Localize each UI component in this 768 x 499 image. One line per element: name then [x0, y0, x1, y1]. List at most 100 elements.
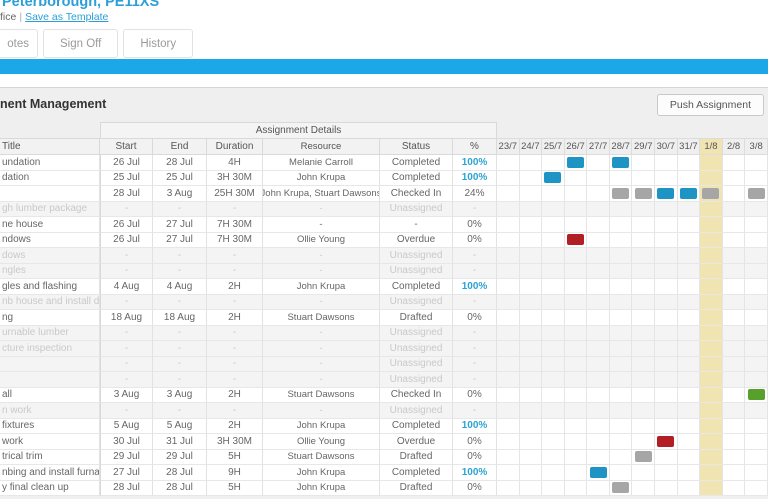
- table-row[interactable]: ng18 Aug18 Aug2HStuart DawsonsDrafted0%: [0, 310, 768, 326]
- gantt-bar-red[interactable]: [567, 234, 584, 245]
- column-header-end[interactable]: End: [153, 138, 207, 155]
- table-row[interactable]: undation26 Jul28 Jul4HMelanie CarrollCom…: [0, 155, 768, 171]
- table-row[interactable]: ----Unassigned-: [0, 372, 768, 388]
- gantt-bar-blue[interactable]: [567, 157, 584, 168]
- table-row[interactable]: nbing and install furnace27 Jul28 Jul9HJ…: [0, 465, 768, 481]
- table-row[interactable]: y final clean up28 Jul28 Jul5HJohn Krupa…: [0, 481, 768, 497]
- gantt-bar-gray[interactable]: [612, 482, 629, 493]
- gantt-bar-blue[interactable]: [657, 188, 674, 199]
- row-start: -: [100, 264, 153, 280]
- notes-button[interactable]: otes: [0, 29, 38, 58]
- save-as-template-link[interactable]: Save as Template: [25, 11, 108, 23]
- row-percent: 0%: [453, 310, 497, 326]
- assignment-details-group-header: Assignment Details: [100, 122, 497, 138]
- timeline-cell: [565, 388, 588, 404]
- table-row[interactable]: all3 Aug3 Aug2HStuart DawsonsChecked In0…: [0, 388, 768, 404]
- table-row[interactable]: work30 Jul31 Jul3H 30MOllie YoungOverdue…: [0, 434, 768, 450]
- gantt-bar-blue[interactable]: [680, 188, 697, 199]
- table-row[interactable]: urnable lumber----Unassigned-: [0, 326, 768, 342]
- timeline-cell: [565, 357, 588, 373]
- table-row[interactable]: trical trim29 Jul29 Jul5HStuart DawsonsD…: [0, 450, 768, 466]
- column-header-[interactable]: %: [453, 138, 497, 155]
- table-row[interactable]: dows----Unassigned-: [0, 248, 768, 264]
- column-header-status[interactable]: Status: [380, 138, 453, 155]
- page-title: nent Management: [0, 97, 106, 111]
- table-row[interactable]: ngles----Unassigned-: [0, 264, 768, 280]
- timeline-cell: [587, 217, 610, 233]
- table-row[interactable]: 28 Jul3 Aug25H 30MJohn Krupa, Stuart Daw…: [0, 186, 768, 202]
- timeline-cell: [655, 326, 678, 342]
- timeline-cell: [678, 186, 701, 202]
- timeline-cell: [497, 326, 520, 342]
- timeline-cell: [700, 372, 723, 388]
- row-resource: -: [263, 372, 380, 388]
- row-resource: Stuart Dawsons: [263, 450, 380, 466]
- gantt-bar-blue[interactable]: [544, 172, 561, 183]
- gantt-bar-gray[interactable]: [635, 451, 652, 462]
- timeline-cell: [745, 279, 768, 295]
- column-header-resource[interactable]: Resource: [263, 138, 380, 155]
- push-assignment-button[interactable]: Push Assignment: [657, 94, 764, 116]
- table-row[interactable]: gles and flashing4 Aug4 Aug2HJohn KrupaC…: [0, 279, 768, 295]
- table-row[interactable]: nb house and install duct----Unassigned-: [0, 295, 768, 311]
- timeline-cell: [745, 295, 768, 311]
- row-duration: 7H 30M: [207, 217, 263, 233]
- timeline-cell: [610, 217, 633, 233]
- gantt-bar-gray[interactable]: [702, 188, 719, 199]
- timeline-cell: [632, 295, 655, 311]
- timeline-cell: [610, 248, 633, 264]
- history-button[interactable]: History: [123, 29, 193, 58]
- table-row[interactable]: gh lumber package----Unassigned-: [0, 202, 768, 218]
- gantt-bar-gray[interactable]: [635, 188, 652, 199]
- row-start: 26 Jul: [100, 155, 153, 171]
- timeline-cell: [565, 465, 588, 481]
- table-row[interactable]: n work----Unassigned-: [0, 403, 768, 419]
- row-start: 5 Aug: [100, 419, 153, 435]
- gantt-bar-green[interactable]: [748, 389, 765, 400]
- timeline-cell: [520, 403, 543, 419]
- table-row[interactable]: ndows26 Jul27 Jul7H 30MOllie YoungOverdu…: [0, 233, 768, 249]
- table-row[interactable]: dation25 Jul25 Jul3H 30MJohn KrupaComple…: [0, 171, 768, 187]
- timeline-cell: [632, 155, 655, 171]
- row-start: 29 Jul: [100, 450, 153, 466]
- row-percent: 0%: [453, 217, 497, 233]
- timeline-cell: [745, 465, 768, 481]
- gantt-bar-gray[interactable]: [612, 188, 629, 199]
- table-row[interactable]: ne house26 Jul27 Jul7H 30M--0%: [0, 217, 768, 233]
- timeline-cell: [565, 186, 588, 202]
- timeline-cell: [745, 388, 768, 404]
- row-title: n work: [0, 403, 100, 419]
- timeline-cell: [723, 217, 746, 233]
- timeline-cell: [655, 372, 678, 388]
- timeline-cell: [700, 171, 723, 187]
- table-row[interactable]: cture inspection----Unassigned-: [0, 341, 768, 357]
- project-title-link[interactable]: Peterborough, PE11XS: [2, 0, 159, 10]
- gantt-bar-blue[interactable]: [612, 157, 629, 168]
- table-row[interactable]: fixtures5 Aug5 Aug2HJohn KrupaCompleted1…: [0, 419, 768, 435]
- gantt-bar-gray[interactable]: [748, 188, 765, 199]
- gantt-bar-blue[interactable]: [590, 467, 607, 478]
- row-title: [0, 372, 100, 388]
- timeline-cell: [678, 403, 701, 419]
- timeline-cell: [632, 279, 655, 295]
- row-resource: Ollie Young: [263, 233, 380, 249]
- timeline-cell: [565, 295, 588, 311]
- row-title: ne house: [0, 217, 100, 233]
- sign-off-button[interactable]: Sign Off: [43, 29, 118, 58]
- timeline-cell: [497, 465, 520, 481]
- gantt-bar-red[interactable]: [657, 436, 674, 447]
- timeline-cell: [745, 264, 768, 280]
- column-header-title[interactable]: Title: [0, 138, 100, 155]
- row-percent: 0%: [453, 434, 497, 450]
- timeline-cell: [723, 155, 746, 171]
- column-header-start[interactable]: Start: [100, 138, 153, 155]
- timeline-date-header: 28/7: [610, 138, 633, 155]
- row-start: -: [100, 341, 153, 357]
- timeline-cell: [632, 217, 655, 233]
- column-header-duration[interactable]: Duration: [207, 138, 263, 155]
- row-end: -: [153, 372, 207, 388]
- timeline-cell: [565, 310, 588, 326]
- table-row[interactable]: ----Unassigned-: [0, 357, 768, 373]
- timeline-cell: [632, 310, 655, 326]
- timeline-cell: [655, 465, 678, 481]
